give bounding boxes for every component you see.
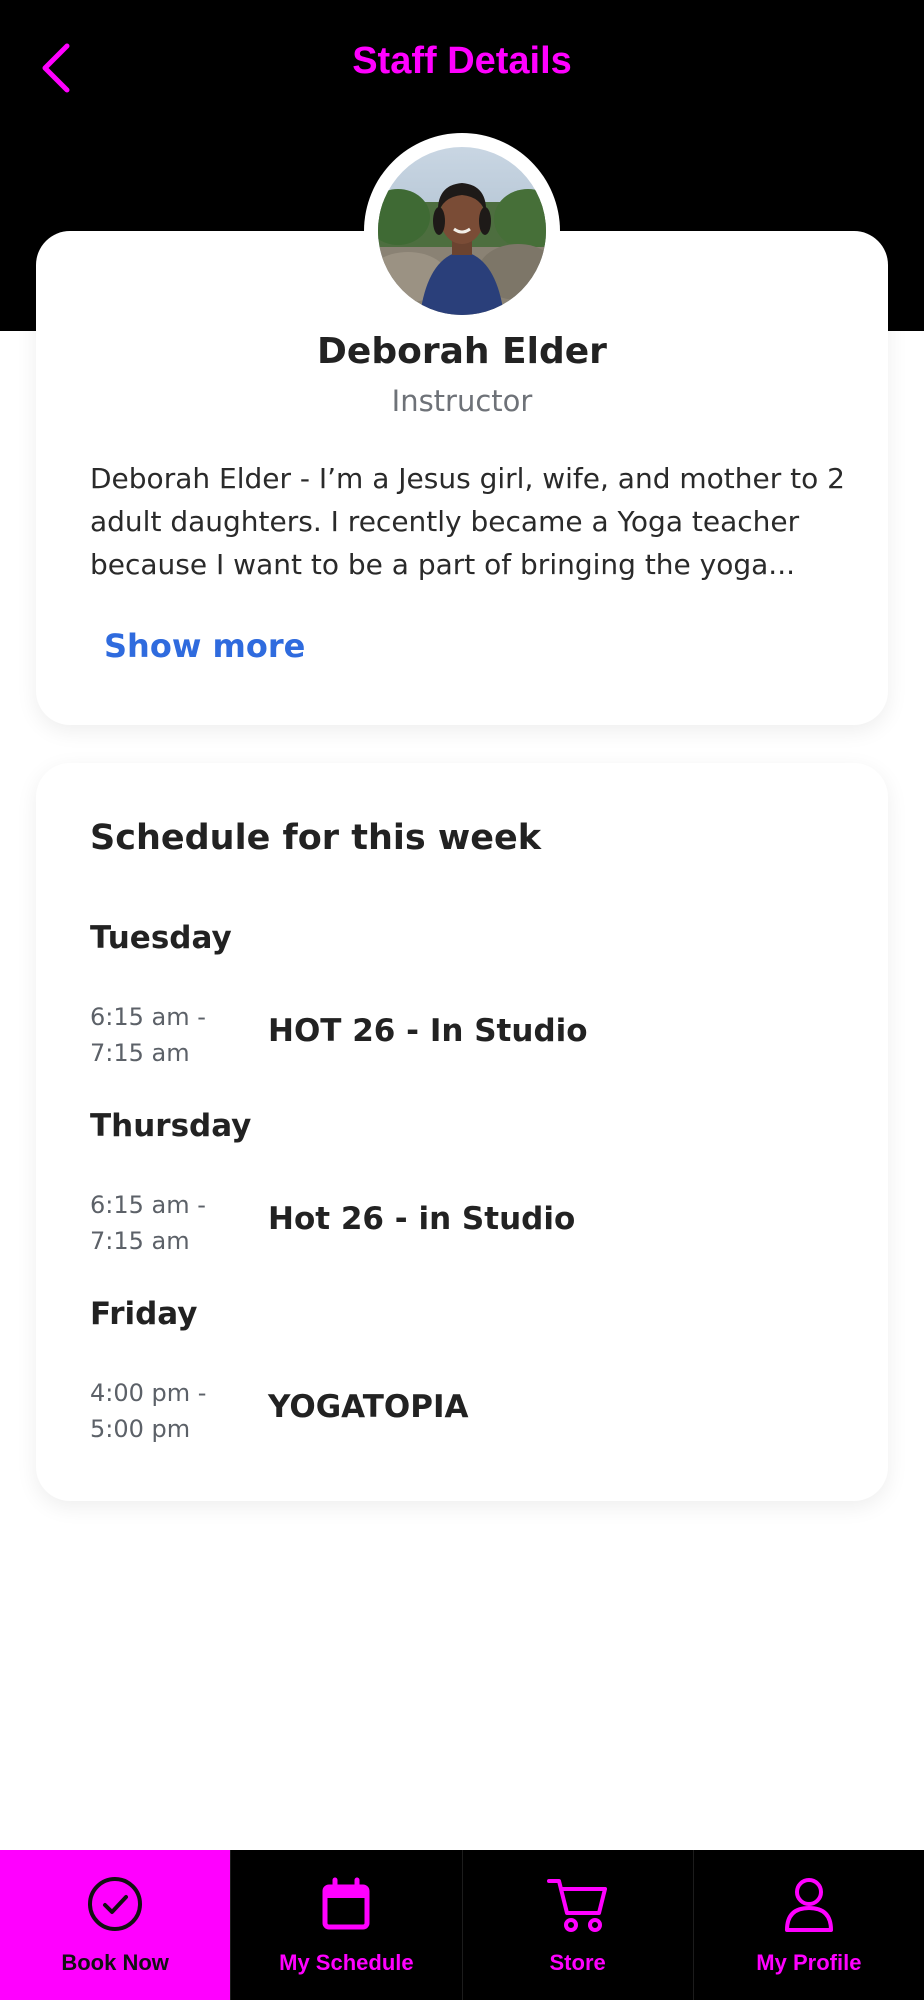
page-title: Staff Details — [352, 40, 572, 82]
class-end-time: 7:15 am — [90, 1039, 190, 1067]
class-end-time: 7:15 am — [90, 1227, 190, 1255]
cart-icon — [546, 1872, 610, 1936]
class-time: 6:15 am - 7:15 am — [90, 999, 250, 1071]
check-circle-icon — [83, 1872, 147, 1936]
avatar — [378, 147, 546, 315]
class-start-time: 4:00 pm - — [90, 1379, 207, 1407]
tab-store[interactable]: Store — [461, 1850, 693, 2000]
class-time: 4:00 pm - 5:00 pm — [90, 1375, 250, 1447]
bottom-tab-bar: Book Now My Schedule Store My Profile — [0, 1850, 924, 2000]
class-start-time: 6:15 am - — [90, 1191, 206, 1219]
class-start-time: 6:15 am - — [90, 1003, 206, 1031]
show-more-link[interactable]: Show more — [104, 627, 305, 665]
staff-bio: Deborah Elder - I’m a Jesus girl, wife, … — [90, 462, 845, 581]
tab-my-profile[interactable]: My Profile — [692, 1850, 924, 2000]
day-heading-tuesday: Tuesday — [90, 920, 232, 956]
class-time: 6:15 am - 7:15 am — [90, 1187, 250, 1259]
tab-label: My Profile — [756, 1950, 862, 1975]
class-item[interactable]: YOGATOPIA — [268, 1389, 468, 1425]
tab-label: Book Now — [61, 1950, 169, 1975]
tab-book-now[interactable]: Book Now — [0, 1850, 231, 2000]
user-icon — [777, 1872, 841, 1936]
staff-name: Deborah Elder — [317, 331, 607, 372]
tab-my-schedule[interactable]: My Schedule — [230, 1850, 461, 2000]
day-heading-friday: Friday — [90, 1296, 198, 1332]
schedule-card: Schedule for this week Tuesday 6:15 am -… — [36, 763, 888, 1501]
staff-role: Instructor — [391, 384, 533, 418]
class-end-time: 5:00 pm — [90, 1415, 191, 1443]
avatar-ring — [364, 133, 560, 329]
tab-label: Store — [549, 1950, 606, 1975]
calendar-icon — [314, 1872, 378, 1936]
day-heading-thursday: Thursday — [90, 1108, 252, 1144]
tab-label: My Schedule — [279, 1950, 414, 1975]
class-item[interactable]: Hot 26 - in Studio — [268, 1201, 575, 1237]
class-item[interactable]: HOT 26 - In Studio — [268, 1013, 588, 1049]
schedule-title: Schedule for this week — [90, 818, 541, 858]
